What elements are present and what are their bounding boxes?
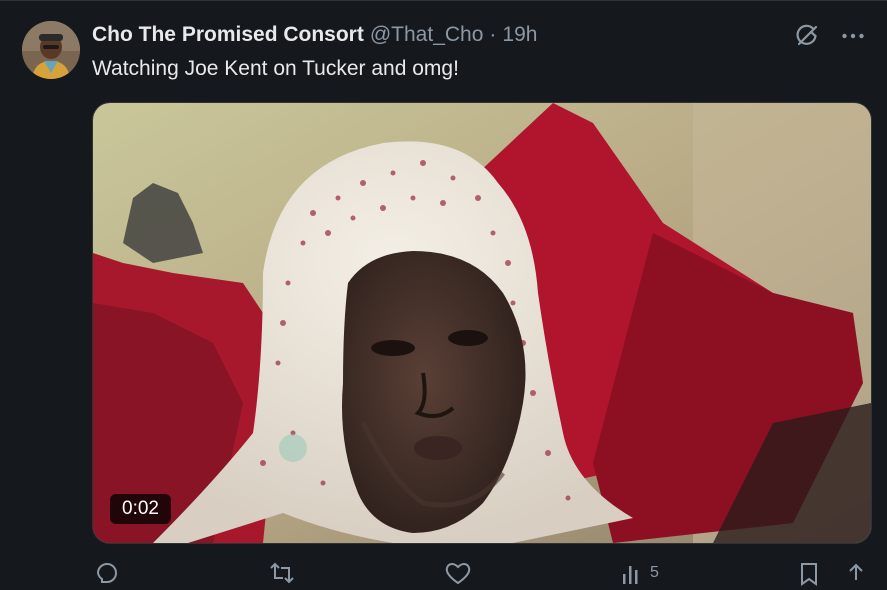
bookmark-button[interactable] — [797, 560, 821, 586]
avatar[interactable] — [22, 21, 80, 79]
retweet-icon — [270, 562, 294, 584]
more-icon[interactable] — [839, 22, 867, 50]
share-button[interactable] — [844, 560, 868, 586]
timestamp[interactable]: 19h — [502, 23, 537, 47]
video-thumbnail — [93, 103, 871, 543]
reply-button[interactable] — [94, 560, 120, 586]
tweet-header: Cho The Promised Consort @That_Cho · 19h — [92, 22, 537, 48]
separator-dot: · — [489, 23, 497, 46]
tweet-top-actions — [793, 22, 867, 50]
views-icon — [623, 566, 638, 584]
share-icon — [849, 563, 863, 580]
video-duration: 0:02 — [110, 494, 171, 524]
user-handle[interactable]: @That_Cho — [370, 23, 484, 47]
views-button[interactable]: 5 — [620, 560, 659, 586]
tweet-actions-bar: 5 — [92, 560, 867, 590]
like-button[interactable] — [444, 560, 472, 586]
top-divider — [0, 0, 887, 1]
reply-icon — [96, 563, 118, 583]
video-player[interactable] — [92, 102, 872, 544]
grok-icon[interactable] — [793, 22, 821, 50]
like-icon — [445, 563, 471, 585]
views-count: 5 — [650, 564, 659, 581]
tweet-text: Watching Joe Kent on Tucker and omg! — [92, 57, 459, 80]
bookmark-icon — [801, 563, 817, 586]
avatar-image — [22, 21, 80, 79]
retweet-button[interactable] — [268, 560, 296, 586]
display-name[interactable]: Cho The Promised Consort — [92, 23, 364, 47]
